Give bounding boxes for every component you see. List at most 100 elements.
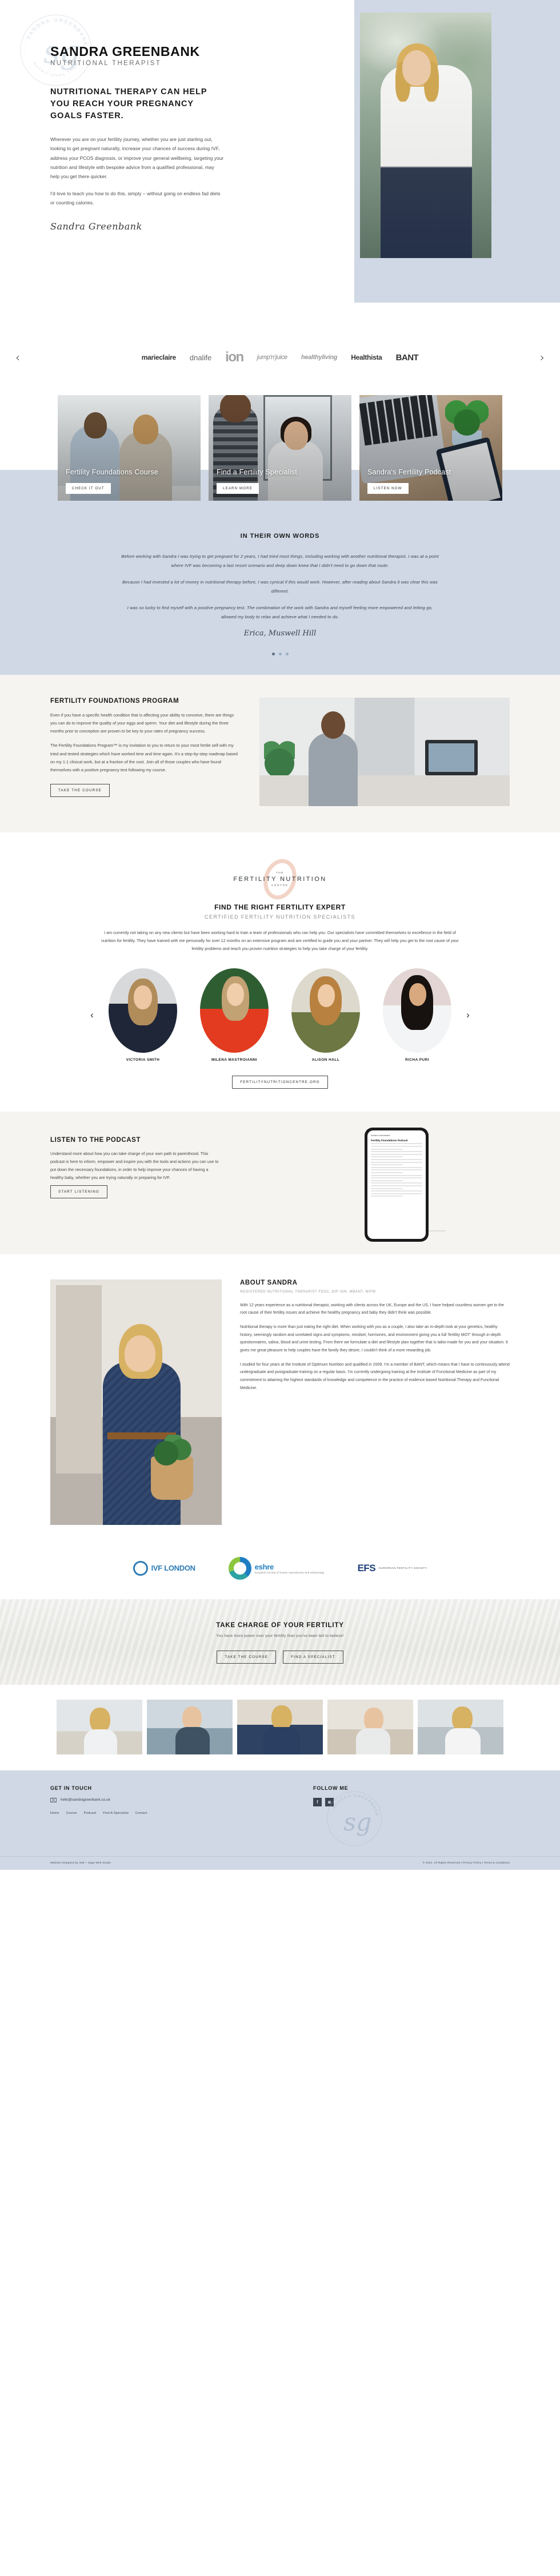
find-expert-subheading: CERTIFIED FERTILITY NUTRITION SPECIALIST… — [205, 913, 355, 920]
feature-card[interactable]: Fertility Foundations Course CHECK IT OU… — [58, 395, 201, 501]
about-paragraph-1: With 12 years experience as a nutritiona… — [240, 1303, 504, 1315]
footer-credit[interactable]: Website Designed by Salt + Sage Web Stud… — [50, 1862, 111, 1865]
hero-portrait-image — [360, 13, 491, 258]
press-logo[interactable]: dnalife — [190, 353, 211, 362]
footer-nav-link[interactable]: Course — [66, 1812, 77, 1815]
hero-heading: NUTRITIONAL THERAPY CAN HELP YOU REACH Y… — [50, 87, 207, 121]
press-logo[interactable]: healthyliving — [301, 354, 338, 361]
testimonial-pagination-dots — [0, 652, 560, 655]
testimonial-dot[interactable] — [285, 652, 289, 655]
program-paragraph-1: Even if you have a specific health condi… — [50, 712, 234, 734]
fnc-logo-main: FERTILITY NUTRITION — [233, 875, 327, 883]
about-portrait-image — [50, 1279, 222, 1525]
cta-subtext: You have more power over your fertility … — [216, 1633, 344, 1638]
about-heading: ABOUT SANDRA — [240, 1279, 298, 1286]
expert-card[interactable]: MILENA MASTROIANNI — [195, 968, 273, 1062]
expert-name: RICHA PURI — [405, 1057, 430, 1062]
footer-nav: Home Course Podcast Find A Specialist Co… — [50, 1812, 290, 1815]
start-listening-button[interactable]: START LISTENING — [50, 1185, 107, 1198]
expert-avatar — [291, 968, 360, 1053]
about-credentials: REGISTERED NUTRITIONAL THERAPIST FDSC, D… — [240, 1289, 376, 1294]
fnc-logo-centre: CENTRE — [271, 883, 289, 887]
gallery-image[interactable] — [237, 1699, 323, 1754]
card-title: Sandra's Fertility Podcast — [367, 468, 451, 476]
podcast-phone-mockup: Sandra Greenbank Fertility Foundations P… — [365, 1127, 429, 1242]
testimonial-paragraph-1: Before working with Sandra I was trying … — [121, 554, 439, 568]
expert-card[interactable]: VICTORIA SMITH — [104, 968, 182, 1062]
logo-carousel-prev-icon[interactable]: ‹ — [10, 351, 25, 364]
hero-paragraph-1: Wherever you are on your fertility journ… — [50, 136, 224, 179]
cta-find-a-specialist-button[interactable]: FIND A SPECIALIST — [283, 1650, 343, 1664]
press-logo[interactable]: Healthista — [351, 353, 382, 361]
testimonial-paragraph-3: I was so lucky to find myself with a pos… — [127, 605, 433, 619]
card-cta-button[interactable]: LISTEN NOW — [367, 483, 409, 494]
footer-nav-link[interactable]: Find A Specialist — [103, 1812, 129, 1815]
press-logo[interactable]: marieclaire — [142, 353, 176, 361]
experts-prev-icon[interactable]: ‹ — [86, 1009, 98, 1021]
feature-card[interactable]: Sandra's Fertility Podcast LISTEN NOW — [359, 395, 502, 501]
affiliation-name: eshre — [254, 1562, 274, 1571]
press-logo[interactable]: ion — [225, 349, 244, 365]
testimonials-heading: IN THEIR OWN WORDS — [240, 533, 320, 540]
card-title: Find a Fertility Specialist — [217, 468, 297, 476]
affiliations-section: IVF LONDON eshre european society of hum… — [0, 1544, 560, 1599]
svg-text:sg: sg — [343, 1808, 371, 1836]
footer-bottom-bar: Website Designed by Salt + Sage Web Stud… — [0, 1855, 560, 1870]
press-logo[interactable]: jump'n'juice — [257, 354, 287, 361]
testimonial-dot[interactable] — [278, 652, 282, 655]
podcast-heading: LISTEN TO THE PODCAST — [50, 1136, 141, 1144]
find-expert-section: THE FERTILITY NUTRITION CENTRE FIND THE … — [0, 832, 560, 1112]
cta-section: TAKE CHARGE OF YOUR FERTILITY You have m… — [0, 1599, 560, 1685]
footer-copyright[interactable]: © 2021. All Rights Reserved | Privacy Po… — [423, 1862, 510, 1865]
about-paragraph-2: Nutritional therapy is more than just ea… — [240, 1325, 508, 1353]
experts-next-icon[interactable]: › — [462, 1009, 474, 1021]
podcast-section: LISTEN TO THE PODCAST Understand more ab… — [0, 1111, 560, 1254]
expert-name: VICTORIA SMITH — [126, 1057, 160, 1062]
footer-nav-link[interactable]: Podcast — [84, 1812, 97, 1815]
fnc-logo-the: THE — [276, 871, 284, 874]
take-the-course-button[interactable]: TAKE THE COURSE — [50, 784, 110, 798]
cta-take-the-course-button[interactable]: TAKE THE COURSE — [217, 1650, 277, 1664]
expert-avatar — [109, 968, 177, 1053]
card-cta-button[interactable]: LEARN MORE — [217, 483, 259, 494]
footer-nav-link[interactable]: Contact — [135, 1812, 147, 1815]
gallery-image[interactable] — [418, 1699, 503, 1754]
envelope-icon — [50, 1797, 57, 1802]
affiliation-sub: european society of human reproduction a… — [254, 1571, 325, 1574]
hero-paragraph-2: I'd love to teach you how to do this, si… — [50, 191, 221, 206]
affiliation-sub: EUROPEAN FERTILITY SOCIETY — [379, 1566, 427, 1569]
fertility-nutrition-centre-link-button[interactable]: FERTILITYNUTRITIONCENTRE.ORG — [232, 1075, 328, 1089]
gallery-image[interactable] — [57, 1699, 142, 1754]
hero-accent-band-bottom — [354, 303, 560, 325]
program-section: FERTILITY FOUNDATIONS PROGRAM Even if yo… — [0, 674, 560, 832]
program-paragraph-2: The Fertility Foundations Program™ is my… — [50, 743, 238, 772]
expert-card[interactable]: ALISON HALL — [287, 968, 365, 1062]
feature-cards: Fertility Foundations Course CHECK IT OU… — [0, 395, 560, 518]
testimonial-dot[interactable] — [271, 652, 275, 655]
page-root: SANDRA GREENBANK NUTRITIONAL THERAPIST s… — [0, 0, 560, 1870]
ivf-ring-icon — [133, 1560, 148, 1576]
logo-carousel-next-icon[interactable]: › — [535, 351, 550, 364]
gallery-image[interactable] — [327, 1699, 413, 1754]
feature-card[interactable]: Find a Fertility Specialist LEARN MORE — [209, 395, 351, 501]
instagram-gallery — [0, 1684, 560, 1770]
program-image — [259, 697, 510, 806]
footer-nav-link[interactable]: Home — [50, 1812, 59, 1815]
card-cta-button[interactable]: CHECK IT OUT — [66, 483, 111, 494]
testimonial-paragraph-2: Because I had invested a lot of money in… — [122, 579, 438, 594]
expert-card[interactable]: RICHA PURI — [378, 968, 456, 1062]
affiliation-logo-eshre: eshre european society of human reproduc… — [228, 1556, 325, 1580]
gallery-image[interactable] — [147, 1699, 233, 1754]
footer-email[interactable]: hello@sandragreenbank.co.uk — [61, 1798, 110, 1802]
logo-list: marieclaire dnalife ion jump'n'juice hea… — [30, 349, 530, 365]
affiliation-logo-ivf: IVF LONDON — [133, 1560, 195, 1576]
press-logo[interactable]: BANT — [396, 353, 419, 363]
cta-heading: TAKE CHARGE OF YOUR FERTILITY — [216, 1621, 344, 1629]
testimonial-author: Erica, Muswell Hill — [243, 629, 317, 638]
find-expert-lead: I am currently not taking on any new cli… — [101, 929, 459, 952]
affiliation-name: IVF LONDON — [151, 1564, 195, 1573]
experts-carousel: ‹ VICTORIA SMITH MILENA MASTROIANNI ALIS… — [50, 968, 510, 1062]
footer-email-row[interactable]: hello@sandragreenbank.co.uk — [50, 1797, 290, 1802]
expert-name: ALISON HALL — [311, 1057, 340, 1062]
eshre-ring-icon — [228, 1556, 251, 1580]
